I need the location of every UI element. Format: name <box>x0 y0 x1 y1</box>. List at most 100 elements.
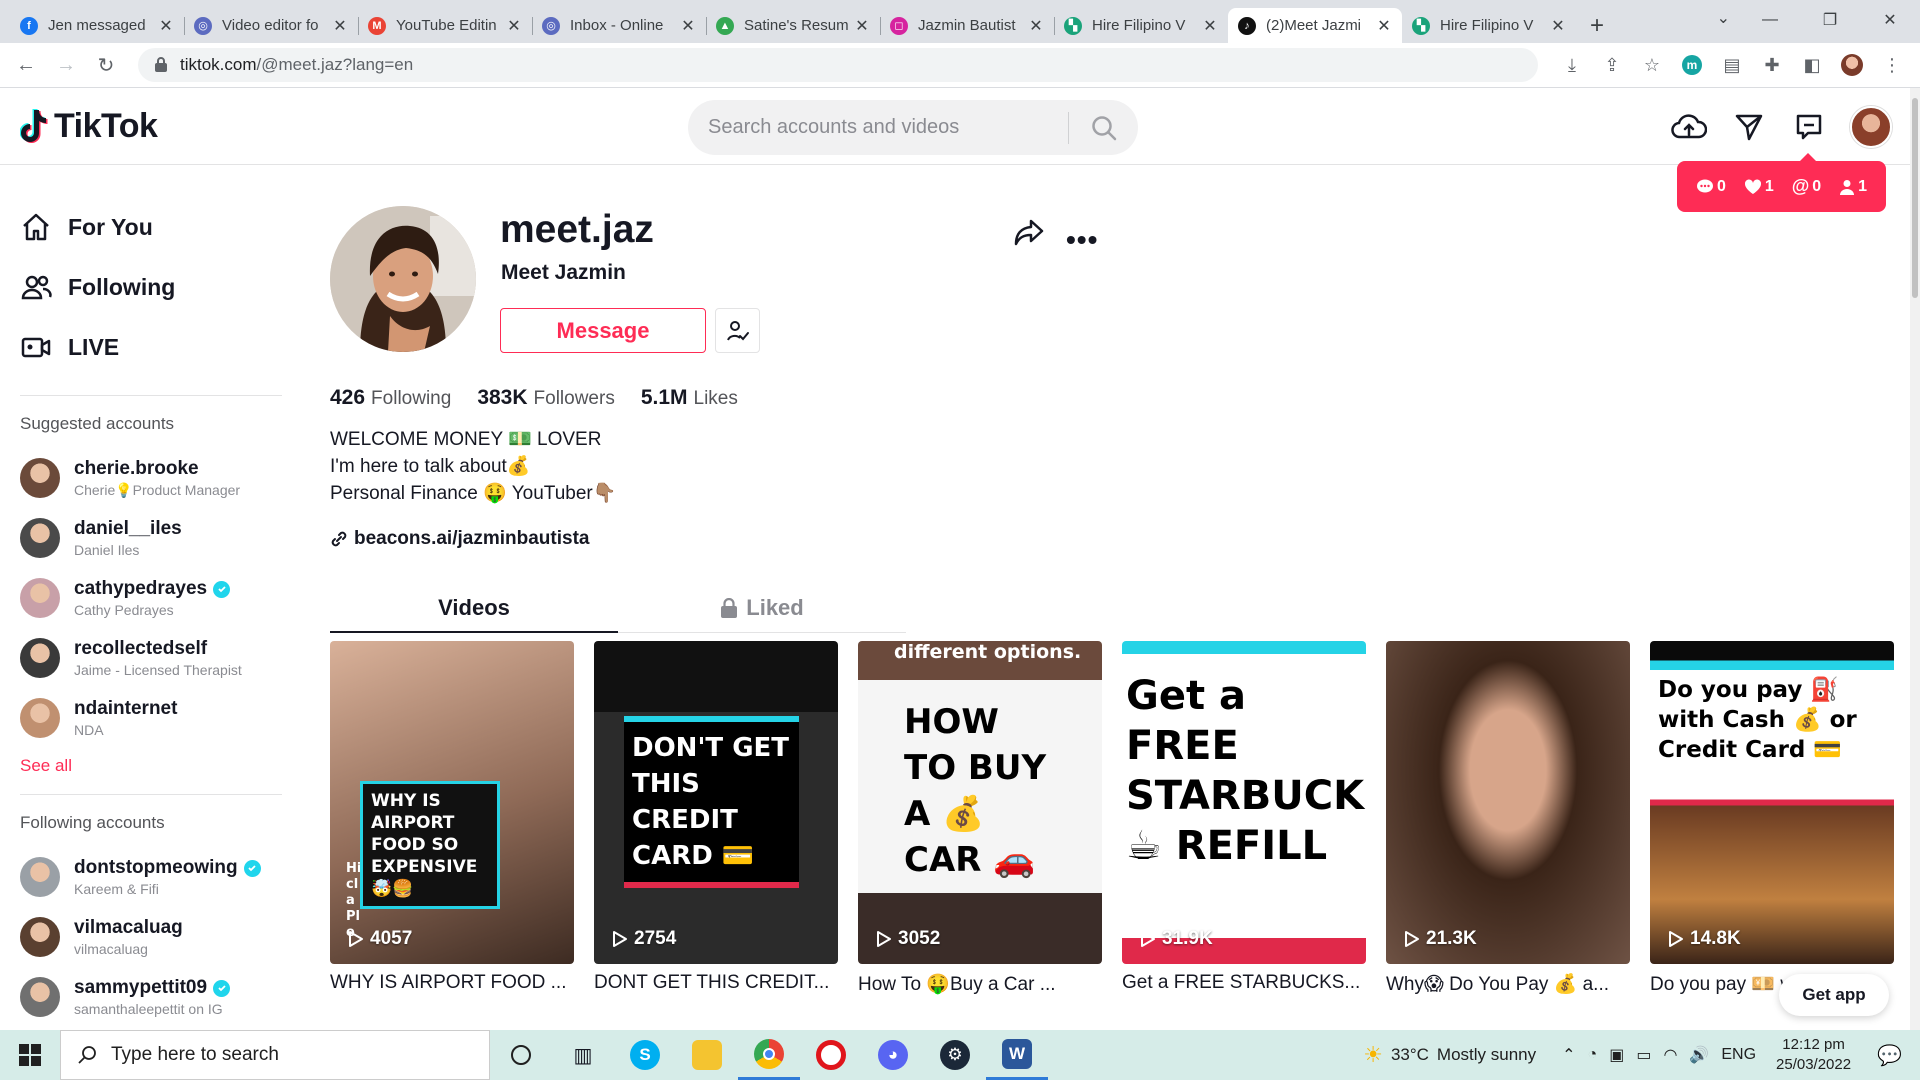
cortana-button[interactable] <box>490 1030 552 1080</box>
install-icon[interactable]: ⤓ <box>1558 51 1586 79</box>
language-indicator[interactable]: ENG <box>1721 1046 1756 1064</box>
browser-tab[interactable]: ▚ Hire Filipino V ✕ <box>1054 8 1228 43</box>
video-caption[interactable]: WHY IS AIRPORT FOOD ... <box>330 972 574 994</box>
video-caption[interactable]: DONT GET THIS CREDIT... <box>594 972 838 994</box>
video-thumbnail[interactable]: Hi cla Ple WHY IS AIRPORT FOOD SO EXPENSI… <box>330 641 574 964</box>
chrome-menu-icon[interactable]: ⋮ <box>1878 51 1906 79</box>
browser-tab[interactable]: f Jen messaged ✕ <box>10 8 184 43</box>
tab-search-chevron-icon[interactable]: ⌄ <box>1717 8 1730 28</box>
browser-tab[interactable]: ▲ Satine's Resum ✕ <box>706 8 880 43</box>
start-button[interactable] <box>0 1030 60 1080</box>
tab-close-icon[interactable]: ✕ <box>680 16 696 36</box>
address-bar[interactable]: tiktok.com/@meet.jaz?lang=en <box>138 48 1538 82</box>
tab-close-icon[interactable]: ✕ <box>854 16 870 36</box>
bookmark-star-icon[interactable]: ☆ <box>1638 51 1666 79</box>
taskbar-opera[interactable] <box>800 1030 862 1080</box>
account-item[interactable]: ndainternet NDA <box>20 688 290 748</box>
browser-tab[interactable]: ◎ Inbox - Online ✕ <box>532 8 706 43</box>
browser-tab[interactable]: M YouTube Editin ✕ <box>358 8 532 43</box>
minimize-icon[interactable]: — <box>1740 0 1800 40</box>
share-profile-button[interactable] <box>1014 218 1044 251</box>
user-avatar[interactable] <box>1850 106 1892 148</box>
reload-icon[interactable]: ↻ <box>86 47 126 83</box>
profile-avatar[interactable] <box>330 206 476 352</box>
close-window-icon[interactable]: ✕ <box>1860 0 1920 40</box>
tray-device-icon[interactable]: ▣ <box>1609 1045 1624 1065</box>
tab-close-icon[interactable]: ✕ <box>1376 16 1392 36</box>
stat-following[interactable]: 426 Following <box>330 386 451 410</box>
video-thumbnail[interactable]: 21.3K <box>1386 641 1630 964</box>
account-item[interactable]: cherie.brooke Cherie💡Product Manager <box>20 448 290 508</box>
notification-popup[interactable]: 0 1 @ 0 1 <box>1677 153 1886 212</box>
task-view-button[interactable]: ▥ <box>552 1030 614 1080</box>
tray-network-warning-icon[interactable]: ◔ <box>1588 1046 1598 1064</box>
get-app-button[interactable]: Get app <box>1779 974 1889 1016</box>
taskbar-search[interactable]: Type here to search <box>60 1030 490 1080</box>
tab-close-icon[interactable]: ✕ <box>158 16 174 36</box>
forward-arrow-icon[interactable]: → <box>46 47 86 83</box>
new-tab-button[interactable]: + <box>1582 8 1612 43</box>
browser-tab[interactable]: ♪ (2)Meet Jazmi ✕ <box>1228 8 1402 43</box>
browser-tab[interactable]: ◎ Video editor fo ✕ <box>184 8 358 43</box>
search-button[interactable] <box>1069 100 1138 155</box>
scrollbar-thumb[interactable] <box>1912 98 1918 298</box>
video-thumbnail[interactable]: Do you pay ⛽ with Cash 💰 or Credit Card … <box>1650 641 1894 964</box>
account-item[interactable]: sammypettit09 samanthaleepettit on IG <box>20 967 290 1027</box>
taskbar-discord[interactable]: ◕ <box>862 1030 924 1080</box>
nav-live[interactable]: LIVE <box>20 317 290 377</box>
clock[interactable]: 12:12 pm 25/03/2022 <box>1776 1035 1851 1075</box>
video-thumbnail[interactable]: different options. HOW TO BUY A 💰 CAR 🚗 30… <box>858 641 1102 964</box>
maximize-icon[interactable]: ❐ <box>1800 0 1860 40</box>
video-thumbnail[interactable]: DON'T GET THIS CREDIT CARD 💳 2754 <box>594 641 838 964</box>
wifi-icon[interactable]: ◠ <box>1663 1045 1677 1065</box>
video-card[interactable]: 21.3K Why😱 Do You Pay 💰 a... <box>1386 641 1630 996</box>
browser-tab[interactable]: ▚ Hire Filipino V ✕ <box>1402 8 1576 43</box>
account-item[interactable]: daniel__iles Daniel Iles <box>20 508 290 568</box>
battery-icon[interactable]: ▭ <box>1636 1045 1651 1065</box>
stat-followers[interactable]: 383K Followers <box>477 386 615 410</box>
account-item[interactable]: cathypedrayes Cathy Pedrayes <box>20 568 290 628</box>
video-caption[interactable]: Why😱 Do You Pay 💰 a... <box>1386 972 1630 996</box>
video-card[interactable]: DON'T GET THIS CREDIT CARD 💳 2754 DONT GET… <box>594 641 838 996</box>
taskbar-chrome[interactable] <box>738 1030 800 1080</box>
inbox-send-button[interactable] <box>1730 107 1768 147</box>
profile-avatar-icon[interactable] <box>1838 51 1866 79</box>
following-status-button[interactable] <box>715 308 760 353</box>
browser-tab[interactable]: ◻ Jazmin Bautist ✕ <box>880 8 1054 43</box>
video-thumbnail[interactable]: Get a FREE STARBUCKS ☕ REFILL 31.9K <box>1122 641 1366 964</box>
puzzle-extensions-icon[interactable]: ✚ <box>1758 51 1786 79</box>
see-all-link[interactable]: See all <box>20 756 290 776</box>
upload-button[interactable] <box>1670 107 1708 147</box>
side-panel-icon[interactable]: ◧ <box>1798 51 1826 79</box>
video-card[interactable]: Get a FREE STARBUCKS ☕ REFILL31.9K Get a … <box>1122 641 1366 996</box>
taskbar-word[interactable]: W <box>986 1030 1048 1080</box>
account-item[interactable]: recollectedself Jaime - Licensed Therapis… <box>20 628 290 688</box>
nav-following[interactable]: Following <box>20 257 290 317</box>
reading-list-icon[interactable]: ▤ <box>1718 51 1746 79</box>
tab-close-icon[interactable]: ✕ <box>1550 16 1566 36</box>
taskbar-steam[interactable]: ⚙ <box>924 1030 986 1080</box>
video-card[interactable]: Hi cla Ple WHY IS AIRPORT FOOD SO EXPENSI… <box>330 641 574 996</box>
notification-center-icon[interactable]: 💬 <box>1877 1043 1902 1068</box>
volume-icon[interactable]: 🔊 <box>1689 1045 1709 1065</box>
video-caption[interactable]: Get a FREE STARBUCKS... <box>1122 972 1366 994</box>
message-button[interactable]: Message <box>500 308 706 353</box>
tab-liked[interactable]: Liked <box>618 583 906 632</box>
tab-close-icon[interactable]: ✕ <box>1028 16 1044 36</box>
taskbar-file-explorer[interactable] <box>676 1030 738 1080</box>
weather-widget[interactable]: ☀ 33°C Mostly sunny <box>1363 1042 1536 1068</box>
tab-close-icon[interactable]: ✕ <box>1202 16 1218 36</box>
page-scrollbar[interactable] <box>1910 88 1920 1030</box>
messages-button[interactable] <box>1790 107 1828 147</box>
account-item[interactable]: vilmacaluag vilmacaluag <box>20 907 290 967</box>
nav-for-you[interactable]: For You <box>20 197 290 257</box>
search-input[interactable] <box>688 107 1068 148</box>
more-options-icon[interactable]: ••• <box>1066 224 1098 256</box>
back-arrow-icon[interactable]: ← <box>6 47 46 83</box>
taskbar-skype[interactable]: S <box>614 1030 676 1080</box>
video-card[interactable]: different options. HOW TO BUY A 💰 CAR 🚗 30… <box>858 641 1102 996</box>
video-caption[interactable]: How To 🤑Buy a Car ... <box>858 972 1102 996</box>
tiktok-logo[interactable]: TikTok <box>20 106 158 146</box>
profile-link[interactable]: beacons.ai/jazminbautista <box>330 528 589 550</box>
video-card[interactable]: Do you pay ⛽ with Cash 💰 or Credit Card … <box>1650 641 1894 996</box>
